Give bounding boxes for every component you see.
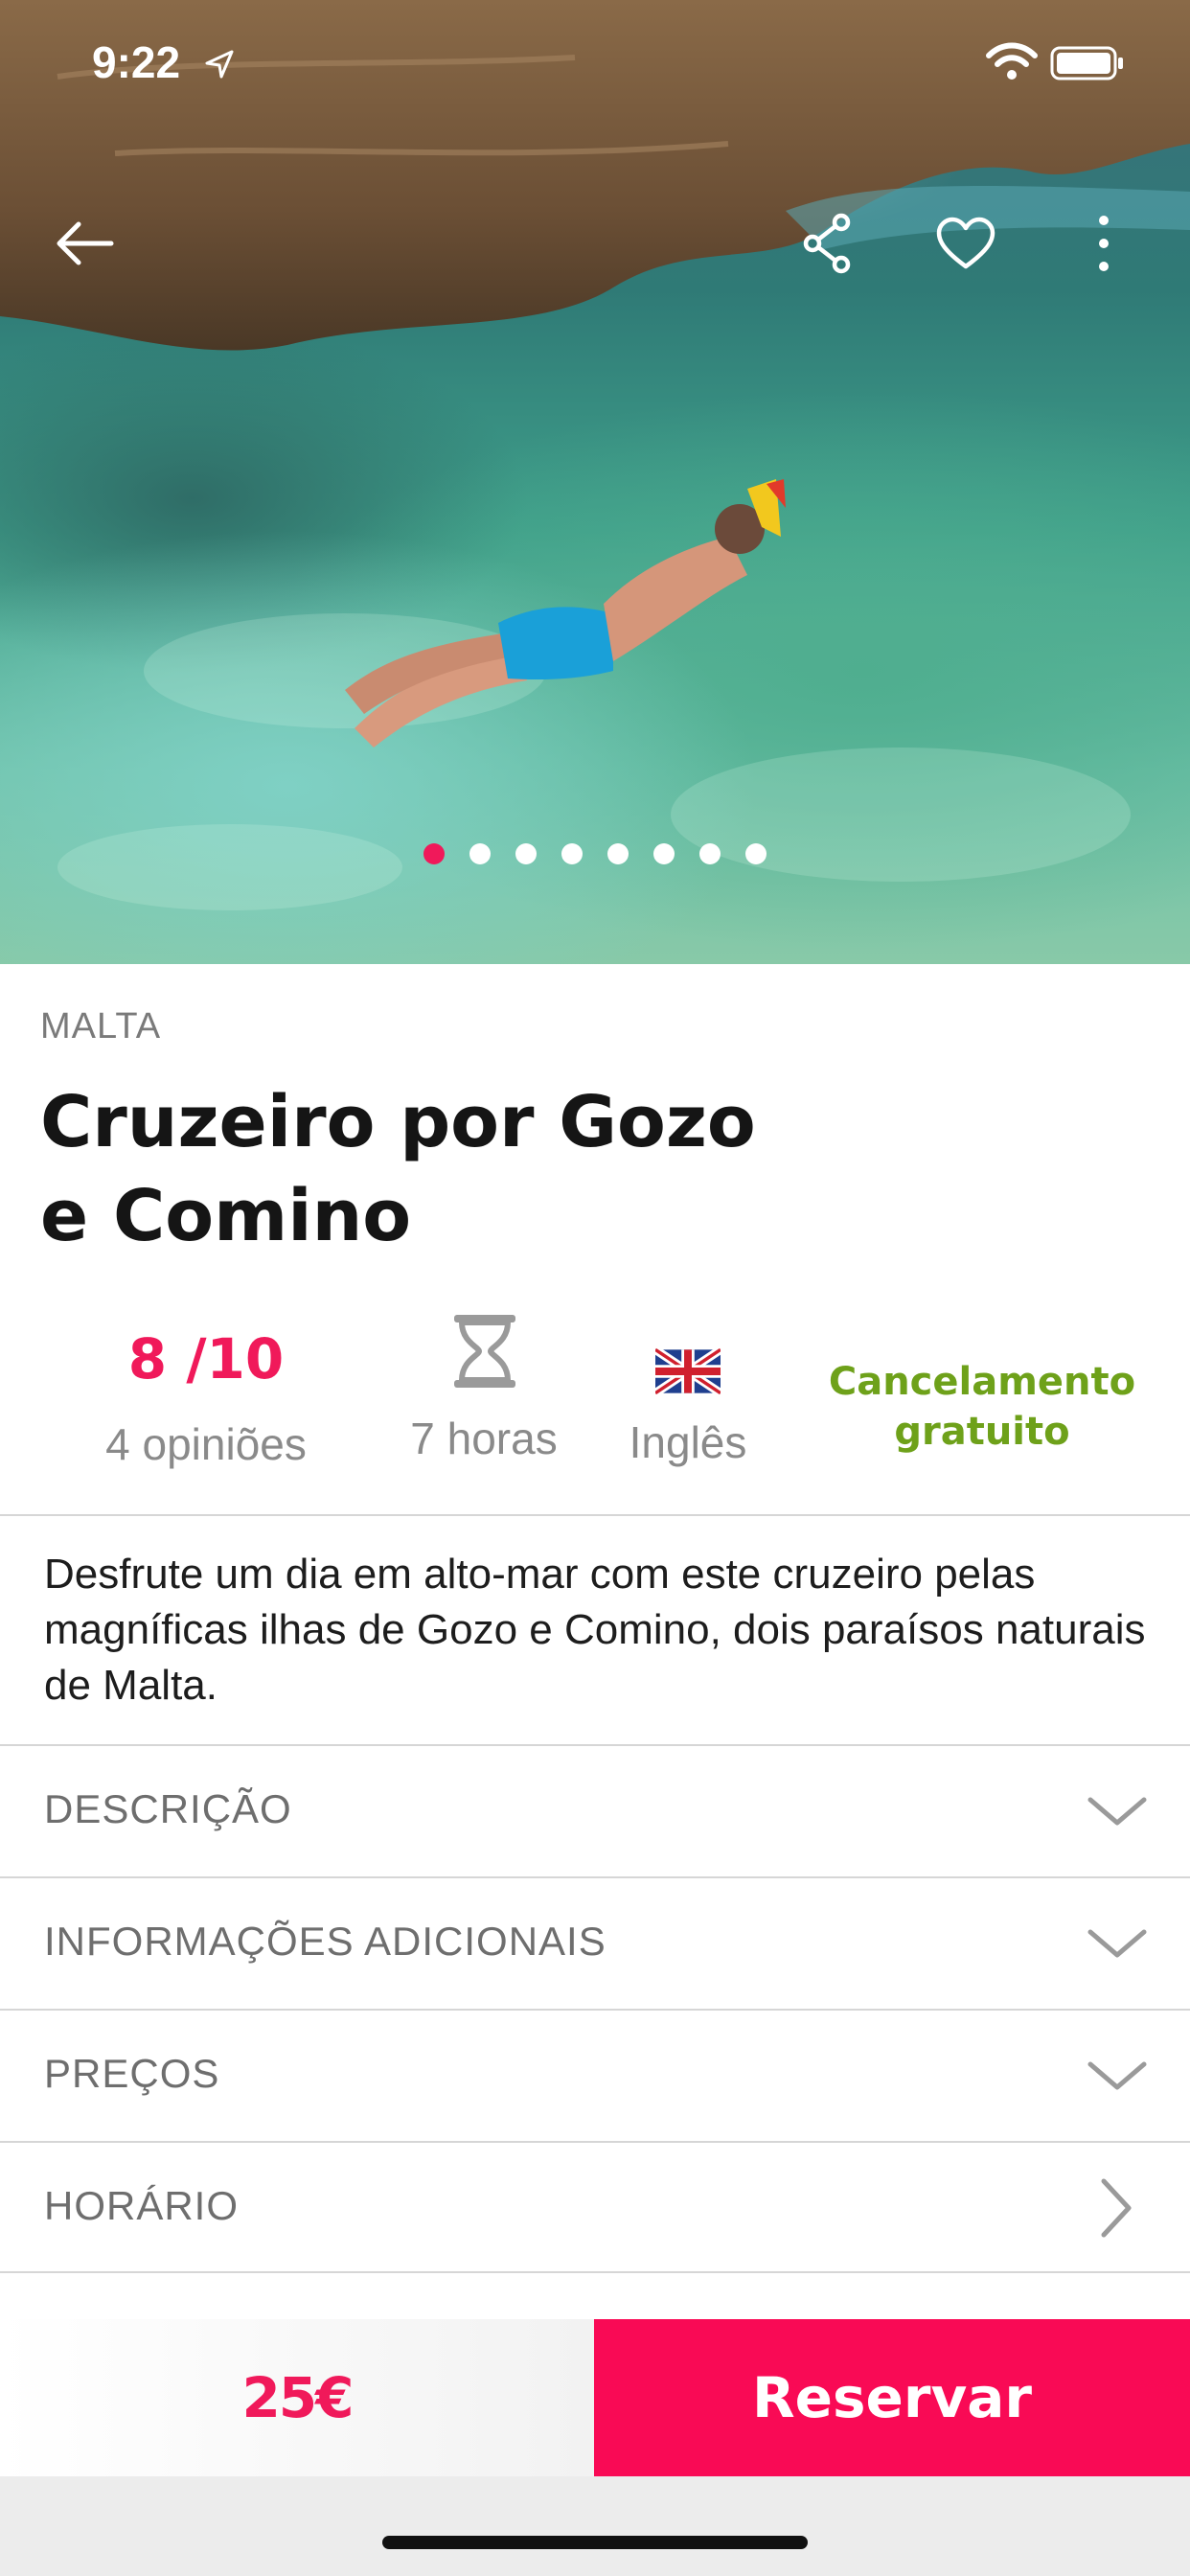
wifi-icon <box>986 42 1038 80</box>
water-glint <box>57 824 402 910</box>
uk-flag-icon <box>655 1347 721 1395</box>
title-line-1: Cruzeiro por Gozo <box>40 1081 756 1163</box>
home-indicator-area <box>0 2476 1190 2576</box>
section-schedule[interactable]: HORÁRIO <box>0 2143 1190 2273</box>
chevron-right-icon <box>1101 2178 1132 2238</box>
hourglass-icon <box>454 1315 515 1388</box>
status-time: 9:22 <box>92 37 181 87</box>
chevron-down-icon <box>1087 2061 1147 2090</box>
rating-score: 8 /10 <box>127 1326 285 1392</box>
gallery-dot[interactable] <box>653 843 675 864</box>
tour-facts: 8 /10 4 opiniões 7 horas Inglês Cancelam… <box>0 1313 1190 1476</box>
page-title: Cruzeiro por Gozo e Comino <box>40 1075 903 1263</box>
gallery-dot[interactable] <box>745 843 767 864</box>
snorkeler-figure <box>345 479 786 748</box>
price-label: 25€ <box>241 2365 354 2430</box>
cancellation-line-1: Cancelamento <box>828 1360 1136 1404</box>
more-options-button[interactable] <box>1069 209 1138 278</box>
favorite-button[interactable] <box>931 209 1000 278</box>
more-vertical-icon <box>1099 216 1109 271</box>
divider <box>0 2271 1190 2273</box>
gallery-dot[interactable] <box>515 843 537 864</box>
gallery-dot[interactable] <box>561 843 583 864</box>
home-indicator[interactable] <box>382 2536 808 2549</box>
section-label: PREÇOS <box>44 2051 220 2096</box>
booking-bar: 25€ Reservar <box>0 2319 1190 2476</box>
share-button[interactable] <box>793 209 862 278</box>
price-box: 25€ <box>0 2319 594 2476</box>
gallery-dot[interactable] <box>607 843 629 864</box>
back-arrow-icon <box>57 221 114 265</box>
location-arrow-icon <box>205 50 234 79</box>
book-button[interactable]: Reservar <box>594 2319 1190 2476</box>
battery-icon <box>1050 46 1123 80</box>
section-prices[interactable]: PREÇOS <box>0 2011 1190 2141</box>
hero-image[interactable]: 9:22 <box>0 0 1190 964</box>
heart-icon <box>936 217 995 269</box>
section-label: INFORMAÇÕES ADICIONAIS <box>44 1919 606 1964</box>
section-label: DESCRIÇÃO <box>44 1786 292 1831</box>
gallery-dot[interactable] <box>423 843 445 864</box>
duration-label: 7 horas <box>410 1414 558 1463</box>
status-bar: 9:22 <box>0 0 1190 126</box>
cancellation-line-2: gratuito <box>894 1410 1070 1454</box>
gallery-dot[interactable] <box>469 843 491 864</box>
divider <box>0 1514 1190 1516</box>
chevron-down-icon <box>1087 1929 1147 1958</box>
title-line-2: e Comino <box>40 1175 412 1257</box>
chevron-down-icon <box>1087 1797 1147 1826</box>
gallery-dot[interactable] <box>699 843 721 864</box>
reviews-count[interactable]: 4 opiniões <box>57 1418 355 1470</box>
country-label: MALTA <box>40 1006 162 1046</box>
section-additional-info[interactable]: INFORMAÇÕES ADICIONAIS <box>0 1878 1190 2009</box>
free-cancellation-badge: Cancelamento gratuito <box>814 1357 1150 1457</box>
language-label: Inglês <box>629 1417 747 1467</box>
back-button[interactable] <box>50 209 119 278</box>
book-button-label: Reservar <box>751 2365 1032 2430</box>
tour-summary: Desfrute um dia em alto-mar com este cru… <box>44 1551 1146 1709</box>
section-label: HORÁRIO <box>44 2183 240 2228</box>
share-icon <box>803 213 851 274</box>
gallery-pagination <box>0 843 1190 866</box>
section-description[interactable]: DESCRIÇÃO <box>0 1746 1190 1876</box>
